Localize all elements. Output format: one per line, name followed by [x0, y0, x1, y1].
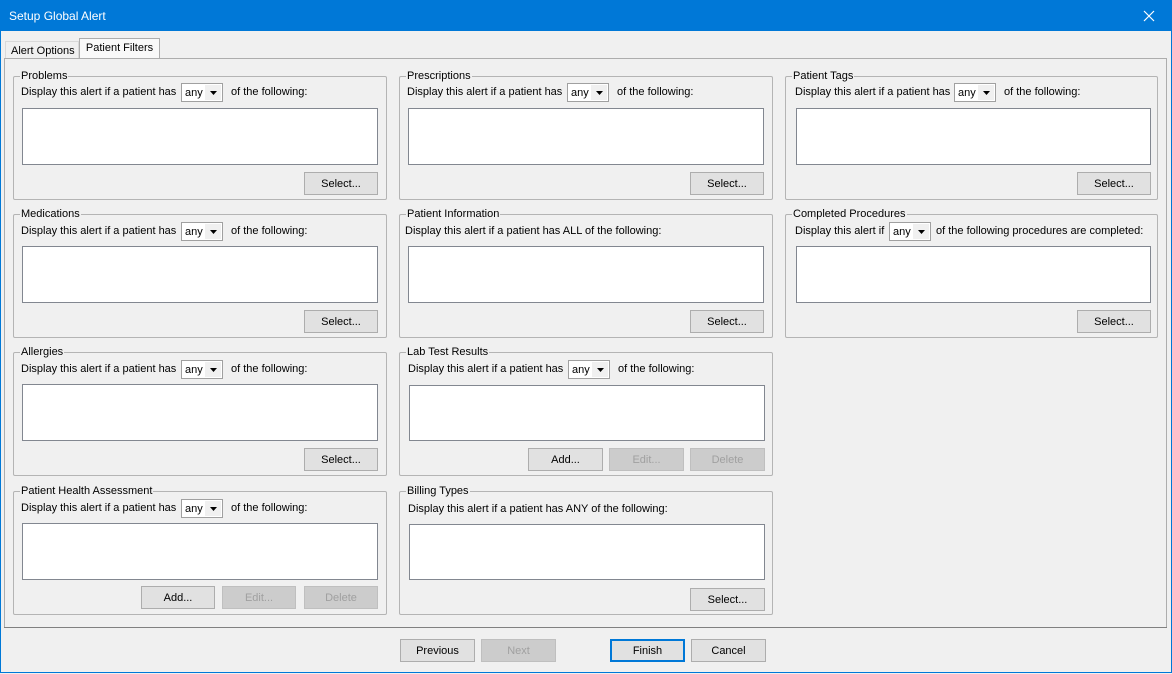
medications-suffix: of the following: — [231, 225, 308, 237]
cancel-button[interactable]: Cancel — [691, 639, 766, 662]
patient-health-assessment-delete-button[interactable]: Delete — [304, 586, 378, 609]
lab-test-results-prompt: Display this alert if a patient has — [408, 363, 564, 375]
chevron-down-icon — [978, 85, 994, 100]
patient-information-title: Patient Information — [406, 207, 501, 221]
patient-information-select-button[interactable]: Select... — [690, 310, 764, 333]
previous-button[interactable]: Previous — [400, 639, 475, 662]
completed-procedures-select-button[interactable]: Select... — [1077, 310, 1151, 333]
problems-match-select[interactable]: any — [181, 83, 223, 102]
problems-match-value: any — [185, 87, 203, 99]
patient-tags-group: Patient Tags Display this alert if a pat… — [785, 69, 1158, 200]
patient-tags-match-value: any — [958, 87, 976, 99]
chevron-down-icon — [205, 362, 221, 377]
patient-health-assessment-match-value: any — [185, 503, 203, 515]
billing-types-title: Billing Types — [406, 484, 470, 498]
problems-group: Problems Display this alert if a patient… — [13, 69, 387, 200]
finish-button[interactable]: Finish — [610, 639, 685, 662]
patient-health-assessment-match-select[interactable]: any — [181, 499, 223, 518]
patient-tags-list[interactable] — [796, 108, 1151, 165]
problems-select-button[interactable]: Select... — [304, 172, 378, 195]
chevron-down-icon — [205, 85, 221, 100]
lab-test-results-match-value: any — [572, 364, 590, 376]
lab-test-results-add-button[interactable]: Add... — [528, 448, 603, 471]
patient-health-assessment-title: Patient Health Assessment — [20, 484, 154, 498]
tab-patient-filters-label: Patient Filters — [85, 42, 154, 54]
lab-test-results-list[interactable] — [409, 385, 765, 441]
lab-test-results-group: Lab Test Results Display this alert if a… — [399, 345, 773, 476]
problems-title: Problems — [20, 69, 69, 83]
prescriptions-prompt: Display this alert if a patient has — [407, 86, 563, 98]
prescriptions-match-select[interactable]: any — [567, 83, 609, 102]
patient-tags-select-button[interactable]: Select... — [1077, 172, 1151, 195]
patient-information-group: Patient Information Display this alert i… — [399, 207, 773, 338]
allergies-select-button[interactable]: Select... — [304, 448, 378, 471]
prescriptions-title: Prescriptions — [406, 69, 472, 83]
prescriptions-group: Prescriptions Display this alert if a pa… — [399, 69, 773, 200]
billing-types-group: Billing Types Display this alert if a pa… — [399, 484, 773, 615]
window-title: Setup Global Alert — [9, 9, 106, 23]
medications-title: Medications — [20, 207, 81, 221]
allergies-title: Allergies — [20, 345, 65, 359]
patient-information-list[interactable] — [408, 246, 764, 303]
patient-tags-suffix: of the following: — [1004, 86, 1081, 98]
patient-health-assessment-edit-button[interactable]: Edit... — [222, 586, 296, 609]
completed-procedures-match-value: any — [893, 226, 911, 238]
allergies-list[interactable] — [22, 384, 378, 441]
chevron-down-icon — [591, 85, 607, 100]
chevron-down-icon — [592, 362, 608, 377]
allergies-match-select[interactable]: any — [181, 360, 223, 379]
billing-types-select-button[interactable]: Select... — [690, 588, 765, 611]
lab-test-results-delete-button[interactable]: Delete — [690, 448, 765, 471]
completed-procedures-prompt: Display this alert if — [795, 225, 885, 237]
completed-procedures-match-select[interactable]: any — [889, 222, 931, 241]
medications-match-select[interactable]: any — [181, 222, 223, 241]
allergies-group: Allergies Display this alert if a patien… — [13, 345, 387, 476]
prescriptions-select-button[interactable]: Select... — [690, 172, 764, 195]
title-bar: Setup Global Alert — [0, 0, 1172, 31]
medications-prompt: Display this alert if a patient has — [21, 225, 177, 237]
completed-procedures-group: Completed Procedures Display this alert … — [785, 207, 1158, 338]
chevron-down-icon — [205, 224, 221, 239]
medications-match-value: any — [185, 226, 203, 238]
completed-procedures-list[interactable] — [796, 246, 1151, 303]
tab-patient-filters[interactable]: Patient Filters — [79, 38, 160, 58]
completed-procedures-suffix: of the following procedures are complete… — [936, 225, 1144, 237]
patient-health-assessment-prompt: Display this alert if a patient has — [21, 502, 177, 514]
billing-types-list[interactable] — [409, 524, 765, 580]
patient-health-assessment-list[interactable] — [22, 523, 378, 580]
patient-tags-title: Patient Tags — [792, 69, 855, 83]
patient-tags-match-select[interactable]: any — [954, 83, 996, 102]
allergies-suffix: of the following: — [231, 363, 308, 375]
allergies-prompt: Display this alert if a patient has — [21, 363, 177, 375]
problems-prompt: Display this alert if a patient has — [21, 86, 177, 98]
chevron-down-icon — [205, 501, 221, 516]
lab-test-results-suffix: of the following: — [618, 363, 695, 375]
billing-types-prompt: Display this alert if a patient has ANY … — [408, 503, 668, 515]
medications-group: Medications Display this alert if a pati… — [13, 207, 387, 338]
chevron-down-icon — [913, 224, 929, 239]
allergies-match-value: any — [185, 364, 203, 376]
problems-suffix: of the following: — [231, 86, 308, 98]
close-button[interactable] — [1126, 0, 1172, 31]
patient-tags-prompt: Display this alert if a patient has — [795, 86, 951, 98]
problems-list[interactable] — [22, 108, 378, 165]
prescriptions-suffix: of the following: — [617, 86, 694, 98]
medications-select-button[interactable]: Select... — [304, 310, 378, 333]
next-button[interactable]: Next — [481, 639, 556, 662]
patient-health-assessment-add-button[interactable]: Add... — [141, 586, 215, 609]
lab-test-results-match-select[interactable]: any — [568, 360, 610, 379]
patient-information-prompt: Display this alert if a patient has ALL … — [405, 225, 662, 237]
patient-health-assessment-suffix: of the following: — [231, 502, 308, 514]
separator — [4, 627, 1167, 628]
lab-test-results-title: Lab Test Results — [406, 345, 490, 359]
lab-test-results-edit-button[interactable]: Edit... — [609, 448, 684, 471]
tab-alert-options-label: Alert Options — [11, 45, 75, 57]
prescriptions-list[interactable] — [408, 108, 764, 165]
close-icon — [1143, 10, 1155, 21]
completed-procedures-title: Completed Procedures — [792, 207, 907, 221]
patient-health-assessment-group: Patient Health Assessment Display this a… — [13, 484, 387, 615]
prescriptions-match-value: any — [571, 87, 589, 99]
medications-list[interactable] — [22, 246, 378, 303]
